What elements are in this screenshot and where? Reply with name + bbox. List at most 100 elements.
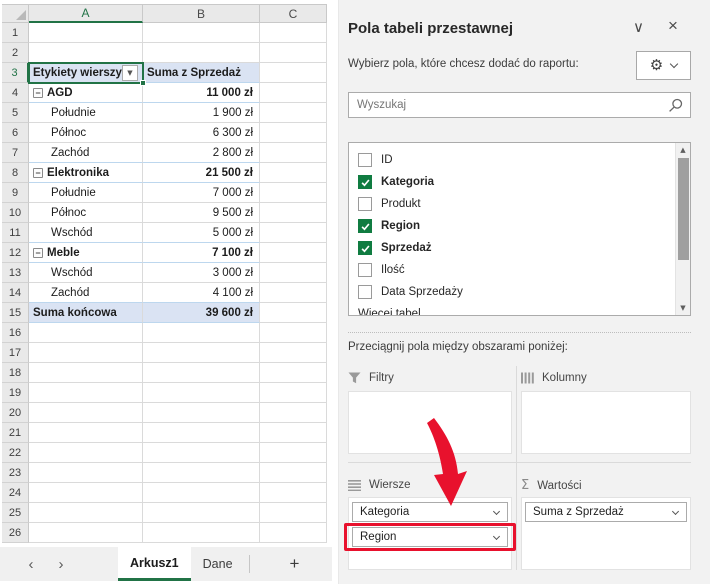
cell-A18[interactable] — [29, 363, 143, 383]
row-header-2[interactable]: 2 — [2, 43, 29, 63]
row-header-5[interactable]: 5 — [2, 103, 29, 123]
cell-B16[interactable] — [143, 323, 260, 343]
cell-C25[interactable] — [260, 503, 327, 523]
values-drop-zone[interactable]: Suma z Sprzedaż — [521, 497, 691, 570]
cell-B1[interactable] — [143, 23, 260, 43]
cell-A23[interactable] — [29, 463, 143, 483]
cell-A7[interactable]: Zachód — [29, 143, 143, 163]
unchecked-checkbox[interactable] — [358, 153, 372, 167]
row-header-1[interactable]: 1 — [2, 23, 29, 43]
tools-button[interactable]: ⚙ — [636, 51, 691, 80]
cell-C1[interactable] — [260, 23, 327, 43]
cell-C20[interactable] — [260, 403, 327, 423]
add-sheet-button[interactable]: + — [290, 547, 300, 581]
row-header-21[interactable]: 21 — [2, 423, 29, 443]
row-header-19[interactable]: 19 — [2, 383, 29, 403]
cell-B5[interactable]: 1 900 zł — [143, 103, 260, 123]
rows-drop-zone[interactable]: Kategoria Region — [344, 497, 516, 570]
unchecked-checkbox[interactable] — [358, 263, 372, 277]
cell-A14[interactable]: Zachód — [29, 283, 143, 303]
row-header-10[interactable]: 10 — [2, 203, 29, 223]
field-item-kategoria[interactable]: Kategoria — [349, 171, 674, 193]
cell-B4[interactable]: 11 000 zł — [143, 83, 260, 103]
area-chip-kategoria[interactable]: Kategoria — [352, 502, 508, 522]
panel-collapse-button[interactable]: ∨ — [633, 18, 644, 36]
cell-B10[interactable]: 9 500 zł — [143, 203, 260, 223]
row-header-23[interactable]: 23 — [2, 463, 29, 483]
cell-B19[interactable] — [143, 383, 260, 403]
cell-A9[interactable]: Południe — [29, 183, 143, 203]
cell-B11[interactable]: 5 000 zł — [143, 223, 260, 243]
cell-B6[interactable]: 6 300 zł — [143, 123, 260, 143]
cell-C17[interactable] — [260, 343, 327, 363]
cell-C21[interactable] — [260, 423, 327, 443]
cell-C2[interactable] — [260, 43, 327, 63]
row-header-15[interactable]: 15 — [2, 303, 29, 323]
unchecked-checkbox[interactable] — [358, 285, 372, 299]
cell-C22[interactable] — [260, 443, 327, 463]
field-item-region[interactable]: Region — [349, 215, 674, 237]
cell-C8[interactable] — [260, 163, 327, 183]
cell-C9[interactable] — [260, 183, 327, 203]
row-header-26[interactable]: 26 — [2, 523, 29, 543]
cell-B26[interactable] — [143, 523, 260, 543]
column-header-b[interactable]: B — [143, 4, 260, 23]
cell-A26[interactable] — [29, 523, 143, 543]
cell-B25[interactable] — [143, 503, 260, 523]
row-header-20[interactable]: 20 — [2, 403, 29, 423]
cell-A17[interactable] — [29, 343, 143, 363]
cell-B12[interactable]: 7 100 zł — [143, 243, 260, 263]
cell-C23[interactable] — [260, 463, 327, 483]
cell-A4[interactable]: − AGD — [29, 83, 143, 103]
cell-B21[interactable] — [143, 423, 260, 443]
row-header-13[interactable]: 13 — [2, 263, 29, 283]
cell-B2[interactable] — [143, 43, 260, 63]
collapse-button[interactable]: − — [33, 87, 43, 98]
cell-A8[interactable]: − Elektronika — [29, 163, 143, 183]
cell-A5[interactable]: Południe — [29, 103, 143, 123]
cell-B23[interactable] — [143, 463, 260, 483]
cell-B14[interactable]: 4 100 zł — [143, 283, 260, 303]
cell-A6[interactable]: Północ — [29, 123, 143, 143]
row-header-7[interactable]: 7 — [2, 143, 29, 163]
cell-A1[interactable] — [29, 23, 143, 43]
cell-C12[interactable] — [260, 243, 327, 263]
cell-B7[interactable]: 2 800 zł — [143, 143, 260, 163]
cell-A21[interactable] — [29, 423, 143, 443]
next-sheet-button[interactable]: › — [46, 547, 76, 581]
row-header-14[interactable]: 14 — [2, 283, 29, 303]
field-item-data-sprzedaży[interactable]: Data Sprzedaży — [349, 281, 674, 303]
checked-checkbox[interactable] — [358, 219, 372, 233]
checked-checkbox[interactable] — [358, 241, 372, 255]
scrollbar-thumb[interactable] — [678, 158, 689, 260]
cell-B20[interactable] — [143, 403, 260, 423]
cell-B22[interactable] — [143, 443, 260, 463]
row-header-18[interactable]: 18 — [2, 363, 29, 383]
row-header-8[interactable]: 8 — [2, 163, 29, 183]
cell-C14[interactable] — [260, 283, 327, 303]
collapse-button[interactable]: − — [33, 167, 43, 178]
cell-A22[interactable] — [29, 443, 143, 463]
row-header-6[interactable]: 6 — [2, 123, 29, 143]
area-chip-region[interactable]: Region — [352, 527, 508, 547]
cell-A2[interactable] — [29, 43, 143, 63]
row-header-25[interactable]: 25 — [2, 503, 29, 523]
cell-A16[interactable] — [29, 323, 143, 343]
row-header-11[interactable]: 11 — [2, 223, 29, 243]
cell-A15[interactable]: Suma końcowa — [29, 303, 143, 323]
cell-C19[interactable] — [260, 383, 327, 403]
cell-C24[interactable] — [260, 483, 327, 503]
row-header-16[interactable]: 16 — [2, 323, 29, 343]
cell-A19[interactable] — [29, 383, 143, 403]
cell-B9[interactable]: 7 000 zł — [143, 183, 260, 203]
cell-B18[interactable] — [143, 363, 260, 383]
cell-C6[interactable] — [260, 123, 327, 143]
cell-A24[interactable] — [29, 483, 143, 503]
cell-C15[interactable] — [260, 303, 327, 323]
sheet-tab-dane[interactable]: Dane — [191, 547, 245, 581]
checked-checkbox[interactable] — [358, 175, 372, 189]
column-header-a[interactable]: A — [29, 4, 143, 23]
filters-drop-zone[interactable] — [348, 391, 512, 454]
cell-A25[interactable] — [29, 503, 143, 523]
cell-C3[interactable] — [260, 63, 327, 83]
